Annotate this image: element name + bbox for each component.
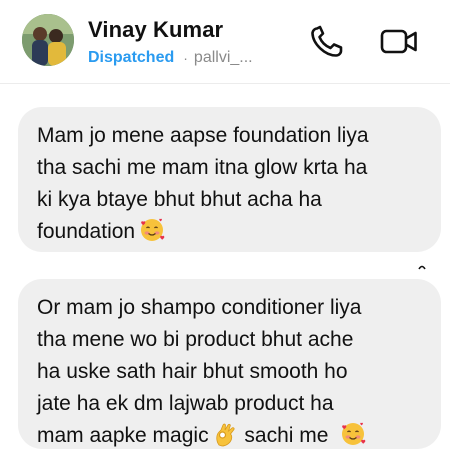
message-text: Mam jo mene aapse foundation liya tha sa… xyxy=(37,124,369,243)
smiling-face-with-hearts-emoji-icon xyxy=(340,421,366,447)
call-button[interactable] xyxy=(308,24,348,60)
username: pallvi_... xyxy=(193,49,253,66)
video-call-button[interactable] xyxy=(378,22,420,60)
message-text-continued: sachi me xyxy=(238,424,329,447)
chat-header: Vinay Kumar Dispatched · pallvi_... xyxy=(0,0,450,84)
ok-hand-emoji-icon xyxy=(213,421,239,447)
message-tail-mark xyxy=(418,265,426,270)
phone-icon xyxy=(311,25,343,57)
dm-conversation-screen: Vinay Kumar Dispatched · pallvi_... Mam … xyxy=(0,0,450,450)
video-camera-icon xyxy=(380,29,417,54)
avatar[interactable] xyxy=(22,14,74,66)
message-bubble[interactable]: Mam jo mene aapse foundation liya tha sa… xyxy=(18,107,441,252)
smiling-face-with-hearts-emoji-icon xyxy=(139,217,165,243)
status-badge: Dispatched xyxy=(88,49,175,66)
message-bubble[interactable]: Or mam jo shampo conditioner liya tha me… xyxy=(18,279,441,449)
status-separator: · xyxy=(183,50,188,66)
contact-name[interactable]: Vinay Kumar xyxy=(88,17,223,43)
status-row: Dispatched · pallvi_... xyxy=(88,49,253,67)
